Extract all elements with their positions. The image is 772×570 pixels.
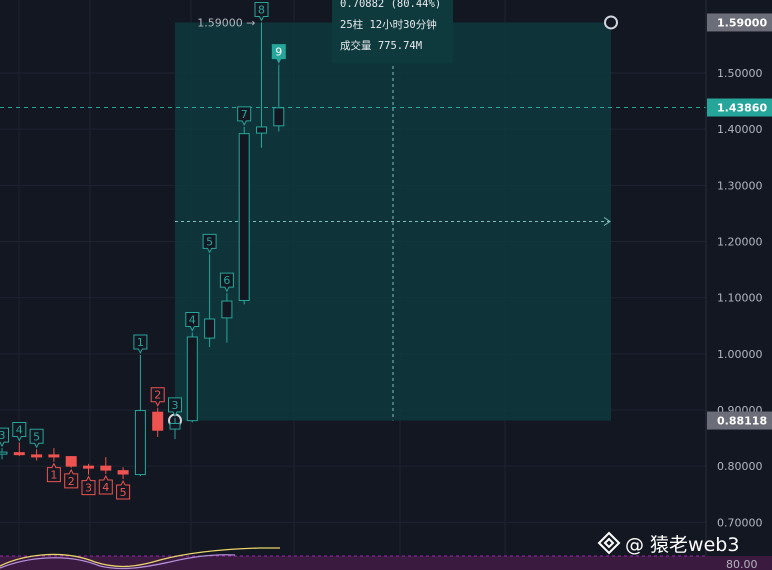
measure-tooltip: 0.70882 (80.44%) 25柱 12小时30分钟 成交量 775.74…	[332, 0, 453, 63]
wave-label-text: 4	[102, 481, 109, 494]
indicator-axis-label: 80.00	[726, 558, 758, 570]
candle: 3	[0, 427, 9, 460]
price-axis: 0.700000.800000.900001.000001.100001.200…	[705, 0, 772, 570]
candle: 5	[116, 467, 131, 500]
candle-body	[83, 465, 94, 469]
candle: 2	[64, 456, 79, 489]
wave-label-text: 2	[68, 475, 75, 488]
candle: 1	[133, 334, 148, 477]
watermark: @ 猿老web3	[597, 529, 739, 557]
candle-body	[204, 318, 216, 339]
price-axis-tick-label: 1.30000	[717, 179, 763, 192]
wave-label-text: 7	[241, 108, 248, 121]
price-axis-bg	[706, 0, 772, 570]
candle: 1	[46, 448, 61, 483]
wave-label-text: 1	[137, 336, 144, 349]
candle-body	[221, 300, 233, 319]
candle-body	[238, 133, 250, 301]
candle-body	[186, 336, 198, 422]
binance-square-icon	[597, 531, 621, 555]
wave-label-text: 8	[258, 3, 265, 16]
price-chart[interactable]: 3 451 23 4 51234567891.59000 →0.700000.80000…	[0, 0, 772, 570]
measure-change-text: 0.70882 (80.44%)	[340, 0, 442, 10]
wave-label-text: 4	[16, 424, 23, 437]
wave-label-text: 6	[223, 274, 230, 287]
wave-label-text: 5	[206, 235, 213, 248]
measure-bars-text: 25柱 12小时30分钟	[340, 19, 437, 31]
wave-label-text: 5	[120, 486, 127, 499]
candle-body	[152, 411, 164, 431]
candle-body	[256, 126, 267, 134]
wave-label-text: 4	[189, 313, 196, 326]
candle: 5	[29, 428, 44, 461]
candle-body	[0, 451, 8, 455]
candle-body	[100, 465, 112, 471]
candle-body	[13, 452, 25, 456]
price-axis-tick-label: 1.40000	[717, 123, 763, 136]
candle: 3	[81, 463, 96, 496]
wave-label-text: 3	[85, 482, 92, 495]
wave-label-text: 9	[275, 46, 282, 59]
wave-label-text: 2	[154, 389, 161, 402]
measure-handle-top	[604, 15, 618, 30]
price-axis-tick-label: 1.00000	[717, 348, 763, 361]
candle-body	[31, 454, 43, 458]
price-axis-tick-label: 1.20000	[717, 235, 763, 248]
wave-label-text: 1	[50, 469, 57, 482]
price-badge-label: 0.88118	[717, 415, 767, 428]
price-axis-tick-label: 0.80000	[717, 460, 763, 473]
price-axis-tick-label: 1.10000	[717, 292, 763, 305]
candle-body	[134, 410, 146, 476]
wave-label-text: 3	[0, 429, 6, 442]
candle: 4	[98, 457, 113, 495]
candle-body	[273, 107, 285, 127]
candle: 7	[237, 106, 252, 305]
candle-body	[117, 470, 129, 475]
candle: 2	[150, 387, 165, 437]
candle-body	[65, 456, 77, 467]
price-axis-tick-label: 0.70000	[717, 516, 763, 529]
wave-label-text: 3	[172, 399, 179, 412]
price-badge-label: 1.59000	[717, 16, 767, 29]
watermark-text: @ 猿老web3	[625, 533, 740, 556]
candle: 4	[12, 422, 27, 457]
measure-volume-text: 成交量 775.74M	[340, 40, 423, 52]
high-marker-label: 1.59000 →	[197, 16, 255, 29]
candle-body	[169, 422, 181, 430]
price-badge-label: 1.43860	[717, 101, 767, 114]
candle-body	[48, 454, 60, 458]
wave-label-text: 5	[33, 430, 40, 443]
price-axis-tick-label: 1.50000	[717, 67, 763, 80]
